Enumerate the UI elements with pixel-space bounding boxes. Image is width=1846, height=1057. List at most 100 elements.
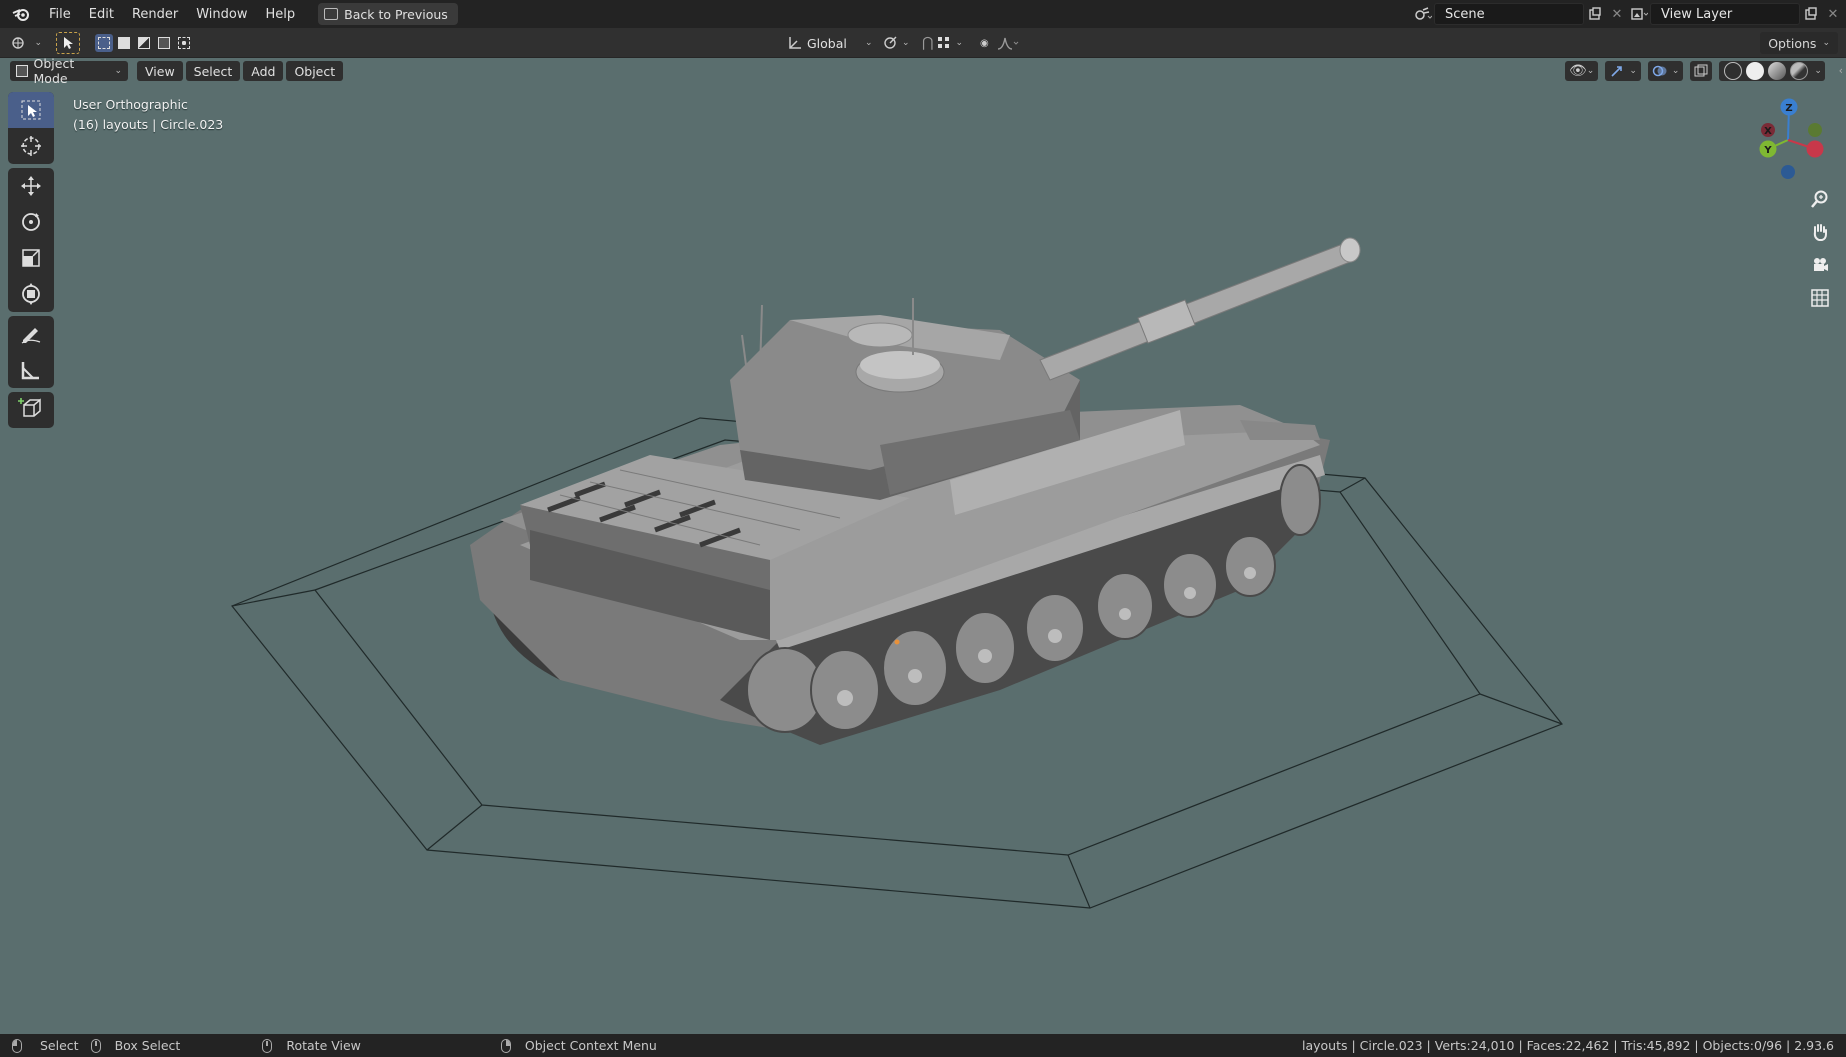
mouse-left-icon bbox=[12, 1038, 22, 1053]
camera-view-button[interactable] bbox=[1805, 251, 1835, 279]
select-extend-icon[interactable] bbox=[115, 34, 133, 52]
cursor-tool[interactable] bbox=[8, 128, 54, 164]
menu-add[interactable]: Add bbox=[243, 61, 284, 81]
add-cube-icon bbox=[18, 398, 41, 417]
viewport-scene bbox=[231, 237, 1563, 909]
gizmo-neg-z[interactable] bbox=[1781, 165, 1795, 179]
view-layer-selector: View Layer ✕ bbox=[1628, 3, 1844, 25]
wireframe-shading-icon[interactable] bbox=[1724, 62, 1743, 80]
pivot-icon bbox=[884, 36, 897, 49]
object-mode-dropdown[interactable]: Object Mode ⌄ bbox=[10, 56, 128, 86]
add-tools-group bbox=[8, 392, 54, 428]
3d-viewport-icon bbox=[12, 37, 24, 49]
mouse-right-icon bbox=[500, 1038, 511, 1053]
rotate-tool[interactable] bbox=[8, 204, 54, 240]
proportional-edit-group: ◉ bbox=[980, 32, 1019, 54]
mouse-middle-icon bbox=[262, 1038, 273, 1053]
screen-icon bbox=[324, 8, 339, 20]
select-invert-icon[interactable] bbox=[155, 34, 173, 52]
new-view-layer-icon[interactable] bbox=[1800, 3, 1822, 25]
menu-file[interactable]: File bbox=[40, 4, 80, 25]
scene-icon[interactable] bbox=[1412, 3, 1434, 25]
delete-scene-icon[interactable]: ✕ bbox=[1606, 3, 1628, 25]
menu-object[interactable]: Object bbox=[286, 61, 344, 81]
chevron-down-icon[interactable]: ⌄ bbox=[955, 38, 963, 48]
proportional-edit-icon[interactable]: ◉ bbox=[980, 38, 989, 49]
tool-header: ⌄ Global ⌄ ⌄ ⋂ ⌄ ◉ Options ⌄ bbox=[0, 28, 1846, 58]
navigation-gizmo[interactable]: X Y Z bbox=[1746, 98, 1836, 188]
scene-name-field[interactable]: Scene bbox=[1434, 3, 1584, 25]
eye-icon: 👁 bbox=[1569, 63, 1587, 79]
transform-orientation-dropdown[interactable]: Global ⌄ bbox=[787, 32, 873, 54]
move-tool[interactable] bbox=[8, 168, 54, 204]
select-subtract-icon[interactable] bbox=[135, 34, 153, 52]
status-bar: Select Box Select Rotate View Object Con… bbox=[0, 1034, 1846, 1057]
pivot-point-dropdown[interactable]: ⌄ bbox=[882, 32, 910, 54]
measure-tool[interactable] bbox=[8, 352, 54, 388]
view-name: User Orthographic bbox=[73, 97, 188, 112]
add-cube-tool[interactable] bbox=[8, 392, 54, 428]
transform-icon bbox=[22, 283, 40, 305]
falloff-curve-icon[interactable] bbox=[997, 36, 1019, 50]
move-arrows-icon bbox=[21, 176, 41, 196]
gizmo-neg-y[interactable] bbox=[1808, 123, 1822, 137]
magnet-icon[interactable]: ⋂ bbox=[922, 35, 933, 51]
gizmo-toggle[interactable]: ⌄ bbox=[1605, 61, 1641, 81]
solid-shading-icon[interactable] bbox=[1746, 62, 1765, 80]
chevron-down-icon[interactable]: ⌄ bbox=[1814, 66, 1822, 76]
options-label: Options bbox=[1768, 35, 1817, 51]
select-new-icon[interactable] bbox=[95, 34, 113, 52]
tool-shelf bbox=[8, 92, 54, 432]
zoom-view-button[interactable] bbox=[1805, 185, 1835, 213]
material-preview-icon[interactable] bbox=[1768, 62, 1787, 80]
delete-view-layer-icon[interactable]: ✕ bbox=[1822, 3, 1844, 25]
gizmo-arrows-icon bbox=[1611, 66, 1623, 77]
rotate-icon bbox=[22, 213, 40, 231]
select-intersect-icon[interactable] bbox=[175, 34, 193, 52]
active-tool-select-button[interactable] bbox=[56, 32, 80, 54]
orientation-label: Global bbox=[807, 35, 847, 51]
collection-info: (16) layouts | Circle.023 bbox=[73, 117, 224, 132]
transform-tool[interactable] bbox=[8, 276, 54, 312]
xray-toggle[interactable] bbox=[1690, 61, 1713, 81]
tank-model[interactable] bbox=[470, 237, 1361, 745]
viewport-shading-controls: 👁 ⌄ ⌄ ⌄ ⌄ bbox=[1565, 61, 1828, 81]
gizmo-x-axis[interactable] bbox=[1806, 140, 1824, 158]
rendered-shading-icon[interactable] bbox=[1790, 62, 1809, 80]
mouse-drag-icon bbox=[90, 1038, 101, 1053]
blender-window: File Edit Render Window Help Back to Pre… bbox=[0, 0, 1846, 1057]
editor-type-selector[interactable]: ⌄ bbox=[10, 32, 42, 54]
annotate-tool[interactable] bbox=[8, 316, 54, 352]
view-layer-icon[interactable] bbox=[1628, 3, 1650, 25]
status-context-hint: Object Context Menu bbox=[500, 1038, 657, 1053]
pan-view-button[interactable] bbox=[1805, 218, 1835, 246]
menu-select[interactable]: Select bbox=[185, 61, 241, 81]
menu-render[interactable]: Render bbox=[123, 4, 187, 25]
scale-tool[interactable] bbox=[8, 240, 54, 276]
ortho-toggle-button[interactable] bbox=[1805, 284, 1835, 312]
chevron-down-icon: ⌄ bbox=[1671, 66, 1680, 76]
status-context-label: Object Context Menu bbox=[524, 1038, 657, 1053]
menu-edit[interactable]: Edit bbox=[80, 4, 123, 25]
chevron-down-icon: ⌄ bbox=[34, 38, 42, 48]
menu-view[interactable]: View bbox=[137, 61, 183, 81]
top-menu-bar: File Edit Render Window Help Back to Pre… bbox=[0, 0, 1846, 28]
cursor-arrow-icon bbox=[64, 37, 73, 49]
menu-window[interactable]: Window bbox=[187, 4, 256, 25]
options-dropdown[interactable]: Options ⌄ bbox=[1760, 32, 1838, 54]
gizmo-x-label: X bbox=[1764, 126, 1772, 137]
new-scene-icon[interactable] bbox=[1584, 3, 1606, 25]
ruler-icon bbox=[21, 362, 39, 380]
menu-help[interactable]: Help bbox=[257, 4, 305, 25]
view-layer-name-field[interactable]: View Layer bbox=[1650, 3, 1800, 25]
viewport-info: User Orthographic (16) layouts | Circle.… bbox=[73, 95, 223, 135]
blender-logo-icon[interactable] bbox=[10, 3, 32, 25]
select-box-tool[interactable] bbox=[8, 92, 54, 128]
3d-viewport[interactable] bbox=[0, 58, 1846, 1034]
snap-increment-icon[interactable] bbox=[937, 36, 951, 50]
overlays-icon bbox=[1652, 65, 1667, 77]
overlays-toggle[interactable]: ⌄ bbox=[1647, 61, 1684, 81]
back-to-previous-button[interactable]: Back to Previous bbox=[318, 3, 458, 25]
visibility-dropdown[interactable]: 👁 ⌄ bbox=[1565, 61, 1599, 81]
camera-icon bbox=[1814, 258, 1828, 271]
